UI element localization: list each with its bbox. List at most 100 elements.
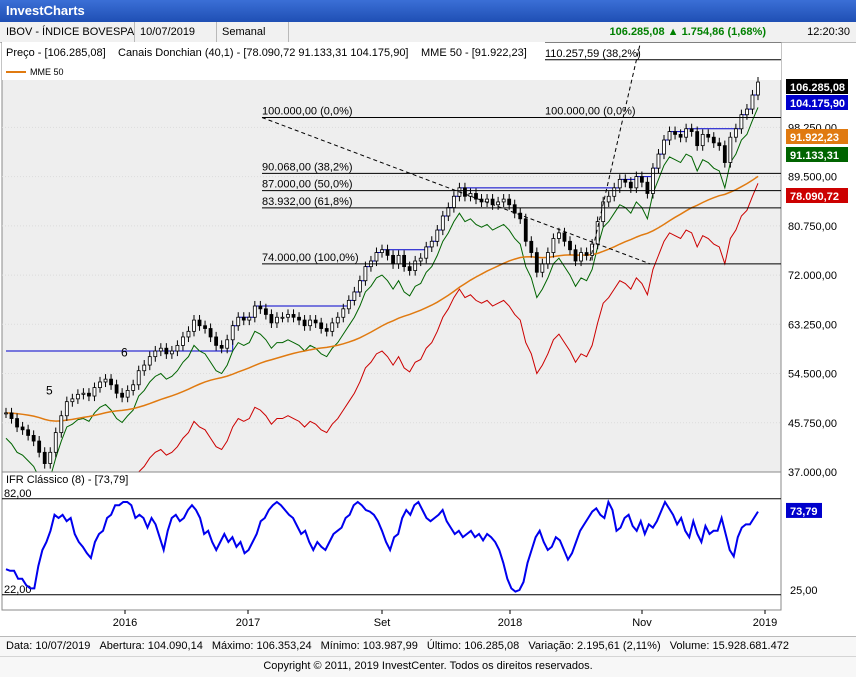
candle-body	[501, 198, 506, 203]
candle-body	[733, 128, 738, 138]
candle-body	[297, 316, 301, 321]
mme-legend: MME 50 - [91.922,23]	[421, 47, 527, 59]
candle-body	[496, 201, 501, 206]
x-tick-label: 2019	[753, 617, 777, 629]
candle-body	[523, 218, 528, 242]
candle-body	[263, 308, 268, 315]
candle-body	[722, 145, 727, 163]
candle-body	[92, 387, 97, 397]
info-low: Mínimo: 103.987,99	[320, 640, 418, 652]
candle-body	[175, 344, 180, 352]
candle-body	[9, 412, 14, 419]
candle-body	[612, 187, 617, 197]
candle-body	[109, 378, 113, 386]
candle-body	[617, 179, 622, 189]
candle-body	[230, 325, 235, 341]
ifr-value-label: 73,79	[790, 506, 818, 518]
candle-body	[236, 316, 241, 327]
quote-summary: 106.285,08 ▲ 1.754,86 (1,68%)	[610, 22, 766, 42]
y-tick-label: 72.000,00	[788, 270, 837, 282]
fib-label-left: 87.000,00 (50,0%)	[262, 179, 353, 191]
candle-body	[413, 260, 418, 271]
x-tick-label: Set	[374, 617, 391, 629]
candle-body	[689, 128, 694, 132]
candle-body	[87, 392, 91, 397]
fib-label-left: 90.068,00 (38,2%)	[262, 161, 353, 173]
candle-body	[545, 252, 550, 265]
candle-body	[4, 412, 8, 415]
candle-body	[507, 198, 512, 206]
mme-legend-short: MME 50	[30, 67, 64, 77]
candle-body	[645, 181, 650, 194]
info-date: Data: 10/07/2019	[6, 640, 91, 652]
candle-body	[103, 378, 108, 383]
candle-body	[750, 94, 755, 110]
candle-body	[125, 390, 130, 398]
candle-body	[15, 418, 19, 428]
candle-body	[529, 240, 534, 253]
candle-body	[700, 134, 705, 147]
candle-body	[164, 347, 169, 355]
candle-body	[330, 322, 335, 332]
symbol-selector[interactable]: IBOV - ÍNDICE BOVESPA	[0, 22, 135, 42]
candle-body	[628, 181, 633, 189]
info-bar: Data: 10/07/2019 Abertura: 104.090,14 Má…	[0, 636, 856, 656]
price-badge-label: 91.922,23	[790, 132, 839, 144]
candle-body	[75, 393, 80, 400]
candle-body	[639, 176, 644, 183]
chart-area[interactable]: Preço - [106.285,08] Canais Donchian (40,…	[0, 42, 856, 636]
candle-body	[440, 215, 445, 231]
candle-body	[64, 401, 69, 417]
candle-body	[192, 319, 196, 332]
candle-body	[357, 280, 362, 293]
candle-body	[396, 254, 401, 265]
fib-label-left: 83.932,00 (61,8%)	[262, 196, 353, 208]
date-field[interactable]: 10/07/2019	[134, 22, 217, 42]
title-bar: InvestCharts	[0, 0, 856, 22]
candle-body	[402, 254, 407, 268]
candle-body	[280, 316, 285, 319]
wave-label-5: 5	[46, 383, 53, 397]
candle-body	[186, 330, 191, 338]
fib-label-left: 74.000,00 (100,0%)	[262, 252, 359, 264]
candle-body	[717, 142, 722, 147]
candle-body	[739, 114, 744, 130]
info-volume: Volume: 15.928.681.472	[669, 640, 789, 652]
x-tick-label: 2017	[236, 617, 260, 629]
wave-label-6: 6	[121, 346, 128, 360]
candle-body	[120, 392, 125, 398]
investcharts-window: InvestCharts IBOV - ÍNDICE BOVESPA 10/07…	[0, 0, 856, 677]
candle-body	[662, 139, 666, 155]
candle-body	[214, 336, 219, 346]
candle-body	[302, 319, 307, 327]
candle-body	[136, 370, 141, 386]
candle-body	[286, 314, 290, 318]
candle-body	[269, 314, 274, 324]
candle-body	[584, 252, 589, 256]
candle-body	[258, 305, 263, 310]
last-price: 106.285,08	[609, 26, 665, 38]
candle-body	[70, 398, 75, 403]
candle-body	[407, 266, 412, 271]
candle-body	[247, 316, 252, 321]
candle-body	[26, 429, 31, 436]
candle-body	[341, 308, 346, 318]
candle-body	[203, 325, 207, 329]
candle-body	[319, 322, 324, 329]
app-title: InvestCharts	[6, 3, 85, 18]
ifr-upper-label: 82,00	[4, 488, 32, 500]
y-tick-label: 63.250,00	[788, 319, 837, 331]
candle-body	[208, 328, 213, 338]
candle-body	[451, 195, 456, 208]
candle-body	[385, 249, 390, 256]
fib-label-right: 110.257,59 (38,2%)	[545, 48, 641, 60]
clock: 12:20:30	[807, 26, 850, 38]
donchian-legend: Canais Donchian (40,1) - [78.090,72 91.1…	[118, 47, 409, 59]
candle-body	[131, 384, 136, 391]
candle-body	[728, 136, 733, 163]
candle-body	[346, 299, 351, 310]
candle-body	[435, 229, 440, 242]
period-selector[interactable]: Semanal	[216, 22, 289, 42]
candle-body	[275, 316, 279, 324]
candle-body	[579, 252, 583, 262]
